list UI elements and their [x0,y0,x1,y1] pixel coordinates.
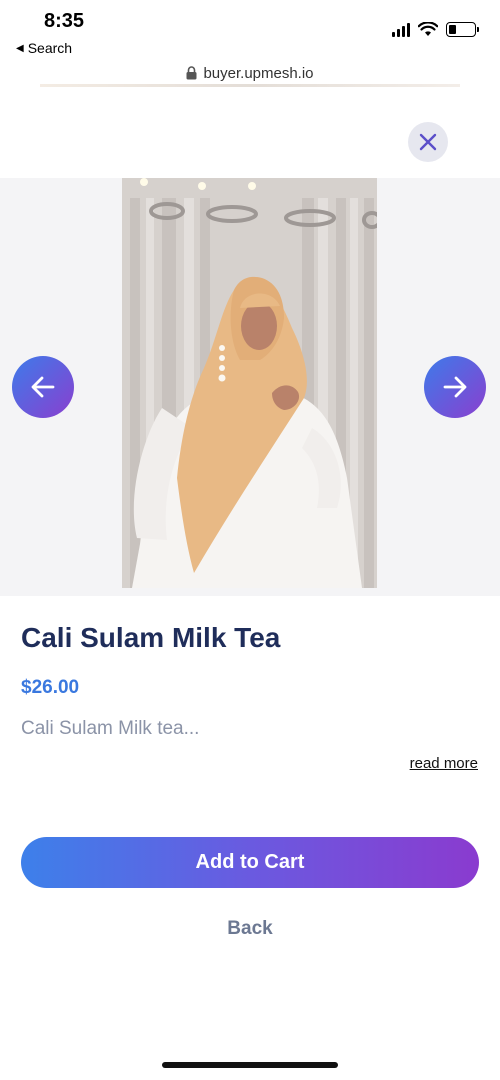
status-icons [392,22,479,37]
close-button[interactable] [408,122,448,162]
arrow-left-icon [31,376,55,398]
back-app-label: Search [27,40,73,56]
lock-icon [186,66,197,80]
product-photo [122,178,377,588]
close-icon [419,133,437,151]
product-title: Cali Sulam Milk Tea [21,622,281,653]
product-image-gallery [0,178,500,596]
back-to-app-link[interactable]: ◀ Search [16,40,72,56]
wifi-icon [418,22,438,36]
product-price: $26.00 [21,677,80,698]
status-time: 8:35 [44,10,85,32]
next-image-button[interactable] [424,356,486,418]
battery-icon [446,22,479,37]
home-indicator[interactable] [162,1062,338,1068]
address-bar[interactable]: buyer.upmesh.io [0,60,500,86]
back-triangle-icon: ◀ [16,42,24,54]
previous-image-button[interactable] [12,356,74,418]
cellular-signal-icon [392,22,410,37]
add-to-cart-button[interactable]: Add to Cart [21,837,479,888]
back-button[interactable]: Back [0,918,500,940]
status-bar: 8:35 ◀ Search [0,0,500,60]
page-top-strip [40,84,460,87]
arrow-right-icon [443,376,467,398]
product-photo-illustration [122,178,377,588]
read-more-link[interactable]: read more [410,755,478,772]
url-text: buyer.upmesh.io [203,64,314,82]
product-description: Cali Sulam Milk tea... [21,718,200,739]
